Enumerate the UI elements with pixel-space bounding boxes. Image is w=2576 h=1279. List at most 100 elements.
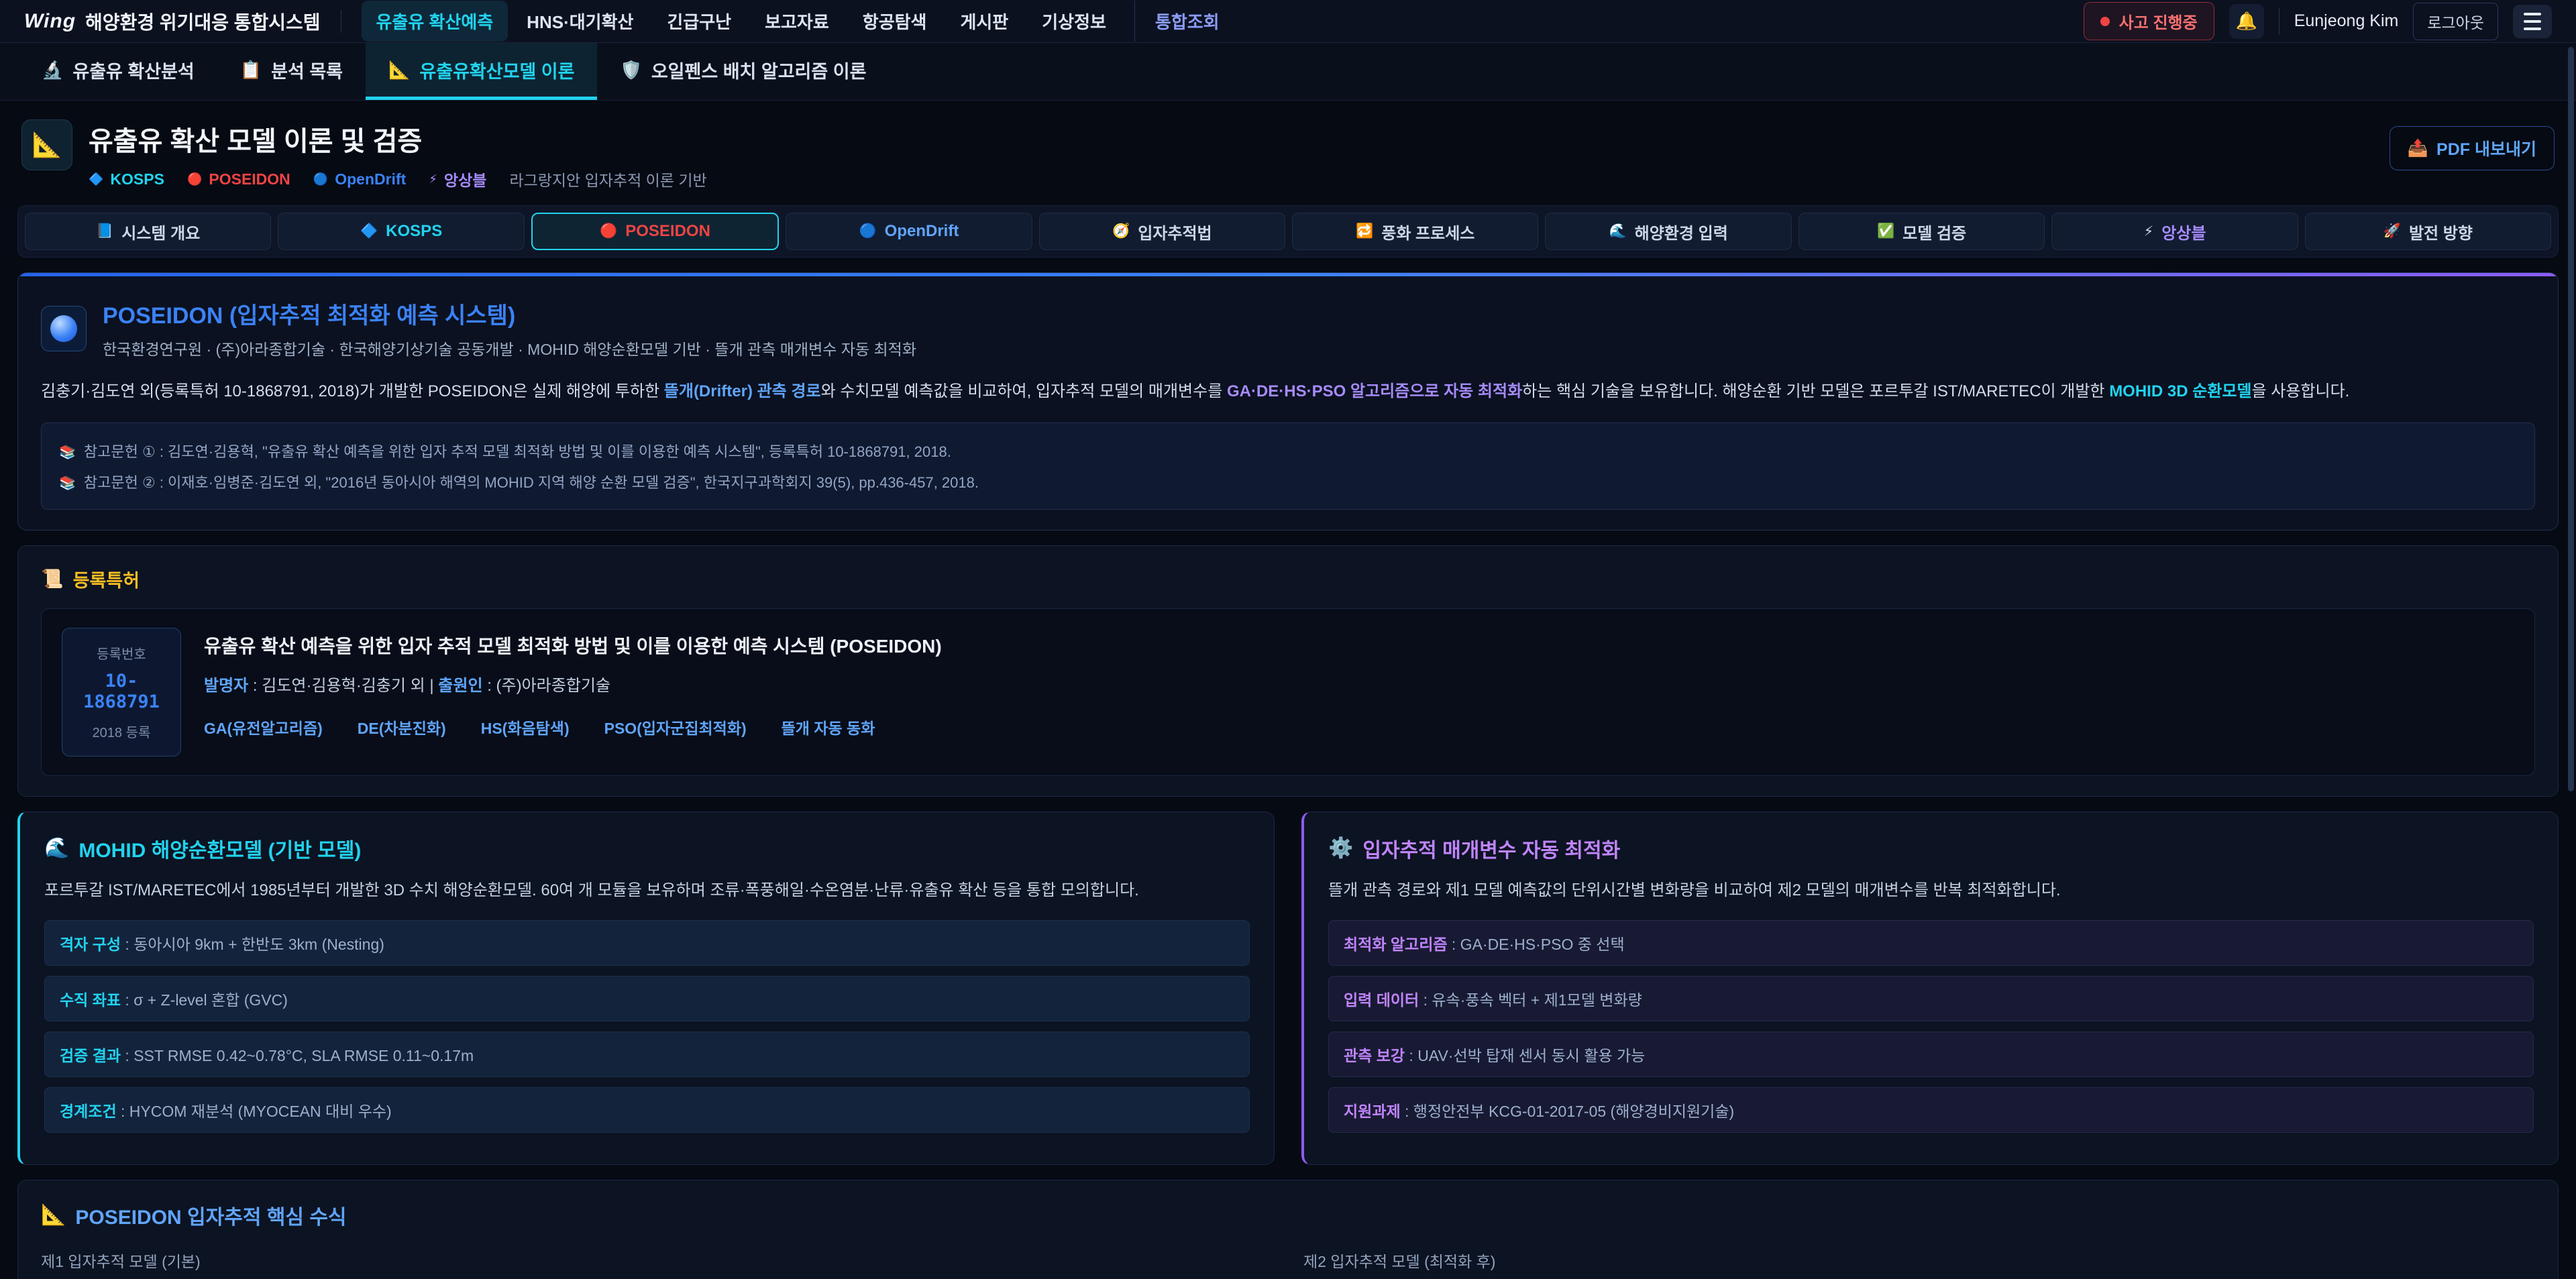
section-chip-label: 앙상블 [2161, 220, 2206, 243]
tab-label: 오일펜스 배치 알고리즘 이론 [651, 57, 867, 83]
reference-text: 참고문헌 ② : 이재호·임병준·김도연 외, "2016년 동아시아 해역의 … [84, 471, 979, 492]
references-box: 📚 참고문헌 ① : 김도연·김용혁, "유출유 확산 예측을 위한 입자 추적… [41, 423, 2535, 510]
tab-icon: 📋 [240, 60, 262, 80]
section-chip-icon: 🔴 [600, 223, 617, 239]
tab-item[interactable]: 🛡️ 오일펜스 배치 알고리즘 이론 [597, 43, 889, 100]
drifter-highlight: 뜰개(Drifter) 관측 경로 [664, 382, 821, 400]
section-chip-icon: 🔷 [360, 223, 378, 239]
page-scrollbar[interactable] [2568, 47, 2574, 1275]
poseidon-title: POSEIDON (입자추적 최적화 예측 시스템) [103, 297, 916, 330]
patent-reg-year: 2018 등록 [69, 722, 174, 741]
spec-row: 최적화 알고리즘 : GA·DE·HS·PSO 중 선택 [1328, 920, 2534, 966]
sub-tab-bar: 🔬 유출유 확산분석 📋 분석 목록 📐 유출유확산모델 이론 🛡️ 오일펜스 … [0, 43, 2576, 101]
patent-panel: 📜 등록특허 등록번호 10-1868791 2018 등록 유출유 확산 예측… [17, 545, 2559, 797]
page-content: 📐 유출유 확산 모델 이론 및 검증 🔷 KOSPS 🔴 POSEIDON [0, 101, 2576, 1279]
menu-item[interactable]: 게시판 [945, 1, 1023, 42]
formula-grid: 제1 입자추적 모델 (기본) Model_x = Δt × current_u… [41, 1249, 2535, 1279]
app-title: 해양환경 위기대응 통합시스템 [85, 8, 320, 35]
spec-row-value: : 행정안전부 KCG-01-2017-05 (해양경비지원기술) [1401, 1103, 1735, 1120]
poseidon-head: POSEIDON (입자추적 최적화 예측 시스템) 한국환경연구원 · (주)… [41, 297, 2535, 359]
menu-item[interactable]: 긴급구난 [652, 1, 746, 42]
spec-row-value: : UAV·선박 탑재 센서 동시 활용 가능 [1405, 1047, 1645, 1064]
section-chip-label: 발전 방향 [2409, 220, 2473, 243]
tab-item[interactable]: 🔬 유출유 확산분석 [19, 43, 217, 100]
patent-body: 유출유 확산 예측을 위한 입자 추적 모델 최적화 방법 및 이를 이용한 예… [204, 628, 942, 757]
section-chip[interactable]: ✅ 모델 검증 [1799, 213, 2045, 250]
export-icon: 📤 [2408, 139, 2428, 158]
incident-label: 사고 진행중 [2119, 9, 2198, 33]
applicant-label: 출원인 [438, 677, 482, 695]
model-cards-row: 🌊 MOHID 해양순환모델 (기반 모델) 포르투갈 IST/MARETEC에… [17, 812, 2559, 1165]
menu-item[interactable]: 기상정보 [1027, 1, 1121, 42]
scrollbar-thumb[interactable] [2568, 47, 2574, 791]
incident-status-badge[interactable]: 사고 진행중 [2084, 2, 2214, 40]
model-badge: 🔷 KOSPS [89, 170, 164, 188]
menu-item[interactable]: 통합조회 [1134, 1, 1234, 42]
app-brand: Wing 해양환경 위기대응 통합시스템 [24, 8, 321, 35]
section-chip[interactable]: 🔴 POSEIDON [531, 213, 779, 250]
main-menu: 유출유 확산예측 HNS·대기확산 긴급구난 보고자료 항공탐색 게시판 기상정… [362, 1, 2084, 42]
model-badge-label: POSEIDON [209, 170, 290, 188]
tab-label: 유출유확산모델 이론 [419, 57, 574, 83]
section-chip[interactable]: 🧭 입자추적법 [1039, 213, 1285, 250]
tab-label: 유출유 확산분석 [72, 57, 194, 83]
spec-row-value: : σ + Z-level 혼합 (GVC) [121, 991, 288, 1009]
spec-row-label: 최적화 알고리즘 [1344, 936, 1448, 953]
optimization-card-desc: 뜰개 관측 경로와 제1 모델 예측값의 단위시간별 변화량을 비교하여 제2 … [1328, 878, 2534, 903]
pdf-export-button[interactable]: 📤 PDF 내보내기 [2390, 126, 2555, 170]
model-badge-label: 앙상블 [444, 168, 486, 190]
patent-reg-number: 10-1868791 [69, 671, 174, 712]
optimization-card: ⚙️ 입자추적 매개변수 자동 최적화 뜰개 관측 경로와 제1 모델 예측값의… [1301, 812, 2559, 1165]
tab-item[interactable]: 📋 분석 목록 [217, 43, 366, 100]
page-title-icon-box: 📐 [21, 119, 72, 170]
algorithm-tag[interactable]: HS(화음탐색) [481, 716, 570, 738]
tab-item[interactable]: 📐 유출유확산모델 이론 [366, 43, 597, 100]
hamburger-menu-icon[interactable] [2513, 5, 2552, 38]
top-bar: Wing 해양환경 위기대응 통합시스템 유출유 확산예측 HNS·대기확산 긴… [0, 0, 2576, 43]
spec-row-value: : 동아시아 9km + 한반도 3km (Nesting) [121, 936, 384, 953]
algorithm-tag[interactable]: GA(유전알고리즘) [204, 716, 323, 738]
reference-text: 참고문헌 ① : 김도연·김용혁, "유출유 확산 예측을 위한 입자 추적 모… [84, 440, 951, 461]
algorithm-tag-row: GA(유전알고리즘) DE(차분진화) HS(화음탐색) PSO(입자군집최적화… [204, 716, 942, 738]
menu-item[interactable]: HNS·대기확산 [512, 1, 648, 42]
spec-row-value: : GA·DE·HS·PSO 중 선택 [1448, 936, 1625, 953]
algorithm-tag[interactable]: 뜰개 자동 동화 [782, 716, 875, 738]
section-chip[interactable]: 🔵 OpenDrift [786, 213, 1032, 250]
model-badge: 🔴 POSEIDON [187, 170, 290, 188]
menu-item[interactable]: 보고자료 [750, 1, 844, 42]
section-chip-icon: 🔵 [859, 223, 877, 239]
formula-panel: 📐 POSEIDON 입자추적 핵심 수식 제1 입자추적 모델 (기본) Mo… [17, 1180, 2559, 1279]
section-chip[interactable]: 📘 시스템 개요 [25, 213, 271, 250]
optimization-card-rows: 최적화 알고리즘 : GA·DE·HS·PSO 중 선택 입력 데이터 : 유속… [1328, 920, 2534, 1133]
menu-item[interactable]: 항공탐색 [848, 1, 942, 42]
section-chip[interactable]: 🌊 해양환경 입력 [1545, 213, 1791, 250]
section-chip-label: 모델 검증 [1902, 220, 1966, 243]
notifications-button[interactable]: 🔔 [2229, 4, 2264, 39]
section-chip-icon: 🧭 [1112, 223, 1130, 239]
poseidon-sphere-icon [50, 315, 77, 342]
app-logo: Wing [24, 10, 76, 33]
incident-dot-icon [2100, 17, 2110, 26]
mohid-highlight: MOHID 3D 순환모델 [2109, 382, 2251, 400]
model-badge-icon: 🔴 [187, 172, 202, 186]
section-chip-icon: 🚀 [2383, 223, 2401, 239]
section-chip[interactable]: ⚡ 앙상블 [2051, 213, 2298, 250]
section-chip-icon: 📘 [96, 223, 113, 239]
section-chip-label: 시스템 개요 [121, 220, 200, 243]
algorithm-tag[interactable]: DE(차분진화) [358, 716, 446, 738]
logout-button[interactable]: 로그아웃 [2413, 3, 2498, 40]
section-chip-icon: 🌊 [1609, 223, 1626, 239]
model-badge: ⚡ 앙상블 [429, 168, 486, 190]
pdf-export-label: PDF 내보내기 [2436, 136, 2536, 160]
section-chip[interactable]: 🔁 풍화 프로세스 [1292, 213, 1538, 250]
section-chip[interactable]: 🔷 KOSPS [278, 213, 524, 250]
menu-item[interactable]: 유출유 확산예측 [362, 1, 508, 42]
algorithm-tag[interactable]: PSO(입자군집최적화) [604, 716, 747, 738]
section-chip-label: POSEIDON [625, 222, 710, 241]
patent-heading: 📜 등록특허 [41, 566, 2535, 592]
section-chip-icon: ⚡ [2143, 223, 2153, 240]
section-chip[interactable]: 🚀 발전 방향 [2305, 213, 2551, 250]
patent-heading-label: 등록특허 [73, 566, 140, 592]
spec-row-label: 검증 결과 [60, 1047, 121, 1064]
reference-line: 📚 참고문헌 ① : 김도연·김용혁, "유출유 확산 예측을 위한 입자 추적… [59, 435, 2517, 466]
